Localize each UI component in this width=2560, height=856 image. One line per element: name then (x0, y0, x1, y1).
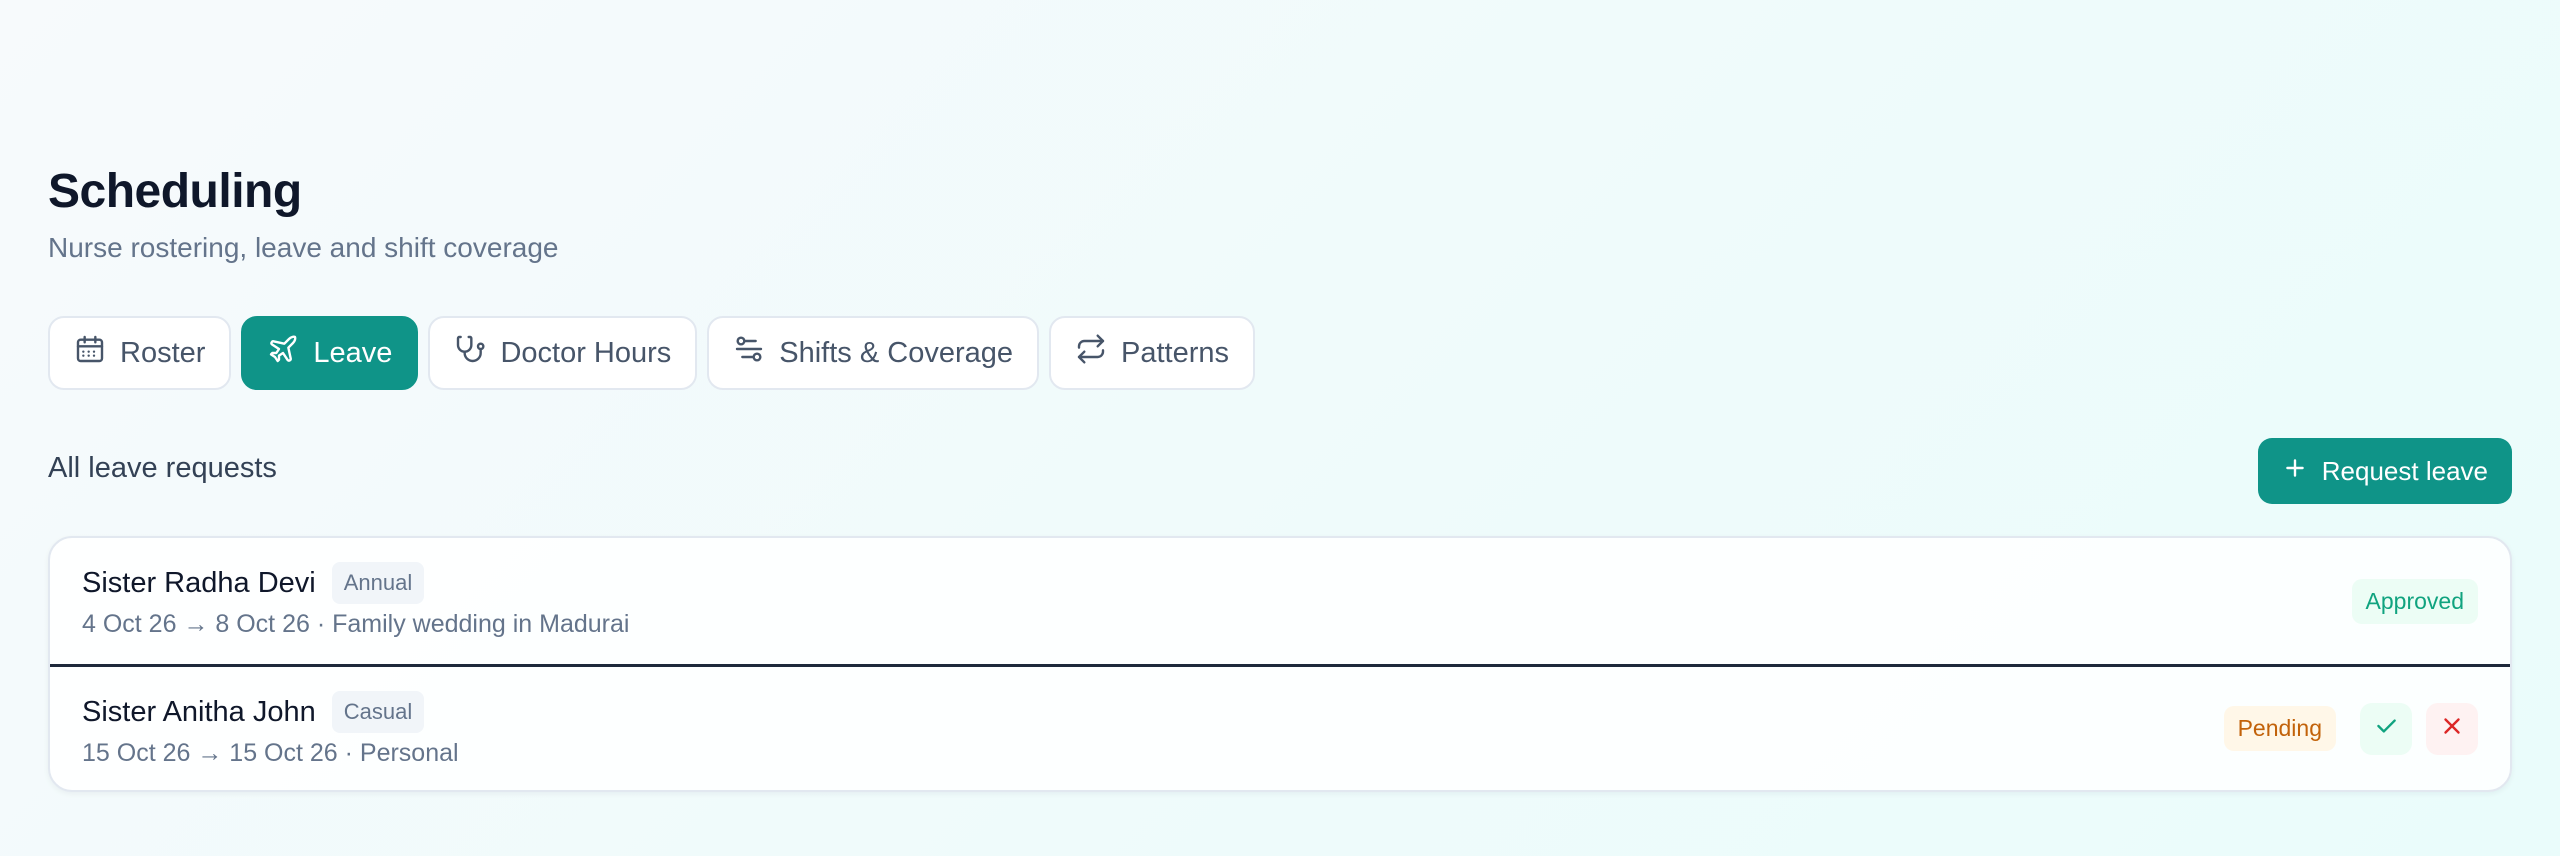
leave-type-badge: Casual (331, 691, 425, 733)
check-icon (2373, 713, 2399, 744)
request-actions: Pending (2223, 667, 2478, 790)
leave-section-header: All leave requests Request leave (48, 438, 2512, 504)
request-heading: Sister Radha Devi Annual (82, 562, 425, 604)
tab-shifts-coverage[interactable]: Shifts & Coverage (707, 316, 1039, 390)
status-badge: Pending (2223, 706, 2336, 751)
tab-shifts-coverage-label: Shifts & Coverage (779, 336, 1013, 369)
requester-name: Sister Radha Devi (82, 566, 316, 599)
leave-type-badge: Annual (331, 562, 425, 604)
status-badge: Approved (2351, 578, 2478, 624)
route-icon (733, 333, 765, 373)
request-leave-button[interactable]: Request leave (2257, 438, 2512, 504)
plane-icon (267, 333, 299, 373)
stethoscope-icon (454, 333, 486, 373)
requester-name: Sister Anitha John (82, 695, 316, 728)
request-detail: 15 Oct 26 → 15 Oct 26 · Personal (82, 739, 459, 767)
tab-leave[interactable]: Leave (241, 316, 419, 390)
tab-doctor-hours-label: Doctor Hours (500, 336, 672, 369)
page-subtitle: Nurse rostering, leave and shift coverag… (48, 232, 559, 263)
request-detail: 4 Oct 26 → 8 Oct 26 · Family wedding in … (82, 610, 630, 638)
tab-leave-label: Leave (313, 336, 393, 369)
tab-patterns[interactable]: Patterns (1049, 316, 1255, 390)
page-title: Scheduling (48, 165, 302, 218)
repeat-icon (1075, 333, 1107, 373)
tab-roster-label: Roster (120, 336, 206, 369)
tab-doctor-hours[interactable]: Doctor Hours (428, 316, 698, 390)
close-icon (2439, 713, 2465, 744)
reject-button[interactable] (2426, 702, 2478, 755)
request-leave-label: Request leave (2321, 455, 2488, 486)
plus-icon (2282, 455, 2308, 488)
leave-request-list: Sister Radha Devi Annual 4 Oct 26 → 8 Oc… (48, 536, 2512, 792)
request-heading: Sister Anitha John Casual (82, 691, 425, 733)
scheduling-tabs: Roster Leave Doctor Hours Shifts & Cover… (48, 316, 1255, 390)
leave-request-row: Sister Radha Devi Annual 4 Oct 26 → 8 Oc… (50, 538, 2510, 664)
approve-button[interactable] (2360, 702, 2412, 755)
tab-patterns-label: Patterns (1121, 336, 1229, 369)
tab-roster[interactable]: Roster (48, 316, 232, 390)
leave-request-row: Sister Anitha John Casual 15 Oct 26 → 15… (50, 664, 2510, 790)
request-actions: Approved (2351, 538, 2478, 664)
calendar-icon (74, 333, 106, 373)
section-title: All leave requests (48, 452, 277, 484)
